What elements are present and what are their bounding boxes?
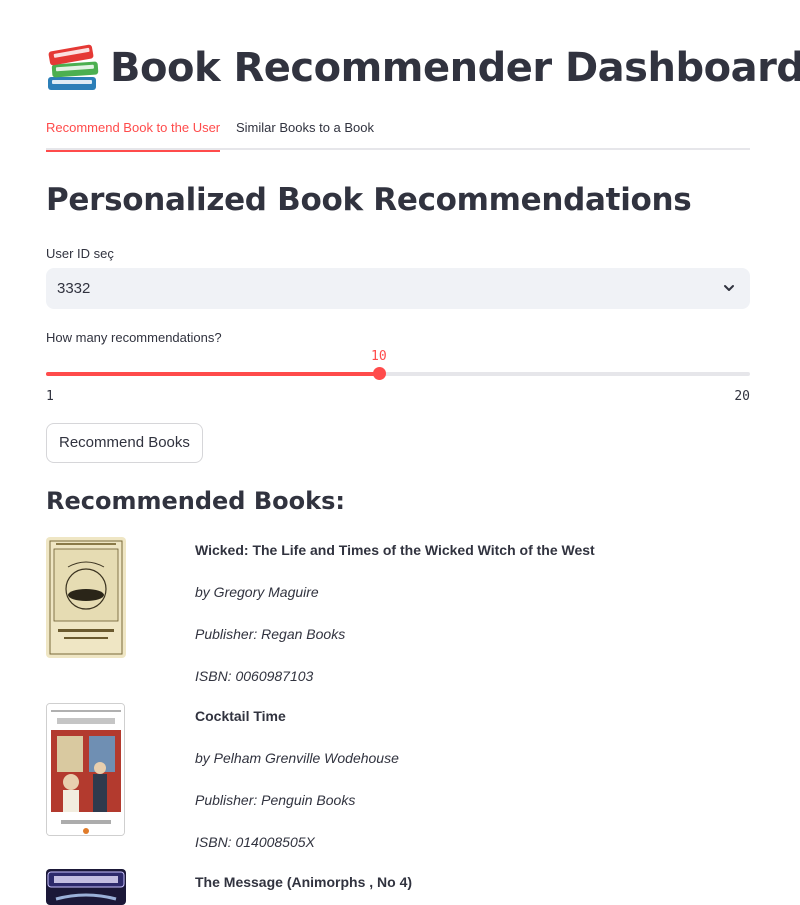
book-info: Cocktail Time by Pelham Grenville Wodeho…	[195, 703, 399, 849]
tab-similar-books[interactable]: Similar Books to a Book	[236, 113, 374, 150]
slider-max-label: 20	[734, 389, 750, 404]
book-publisher: Publisher: Regan Books	[195, 626, 346, 642]
book-author: by Pelham Grenville Wodehouse	[195, 750, 399, 766]
book-title: Cocktail Time	[195, 708, 286, 724]
book-info: Wicked: The Life and Times of the Wicked…	[195, 537, 595, 683]
user-id-value: 3332	[57, 280, 91, 297]
books-emoji-icon	[46, 43, 100, 93]
slider-track[interactable]	[46, 372, 750, 376]
book-publisher: Publisher: Penguin Books	[195, 792, 356, 808]
chevron-down-icon	[724, 285, 734, 291]
book-info: The Message (Animorphs , No 4)	[195, 869, 412, 889]
tab-bar: Recommend Book to the User Similar Books…	[46, 113, 750, 152]
book-cover-image	[46, 703, 125, 836]
slider-min-label: 1	[46, 389, 54, 404]
book-author: by Gregory Maguire	[195, 584, 319, 600]
book-title: The Message (Animorphs , No 4)	[195, 874, 413, 890]
user-id-label: User ID seç	[46, 246, 114, 261]
book-cover-image	[46, 869, 126, 905]
book-cover-image	[46, 537, 126, 658]
user-id-select[interactable]: 3332	[46, 268, 750, 309]
section-heading: Personalized Book Recommendations	[46, 182, 692, 218]
recommend-books-button[interactable]: Recommend Books	[46, 423, 203, 463]
slider-thumb[interactable]	[373, 367, 386, 380]
slider-label: How many recommendations?	[46, 330, 222, 345]
tab-recommend-book[interactable]: Recommend Book to the User	[46, 113, 220, 152]
results-heading: Recommended Books:	[46, 487, 345, 515]
app-header: Book Recommender Dashboard	[46, 40, 800, 96]
slider-fill	[46, 372, 379, 376]
book-title: Wicked: The Life and Times of the Wicked…	[195, 542, 595, 558]
book-isbn: ISBN: 0060987103	[195, 668, 314, 684]
book-isbn: ISBN: 014008505X	[195, 834, 315, 850]
slider-current-value: 10	[371, 349, 387, 364]
app-title: Book Recommender Dashboard	[110, 45, 800, 91]
